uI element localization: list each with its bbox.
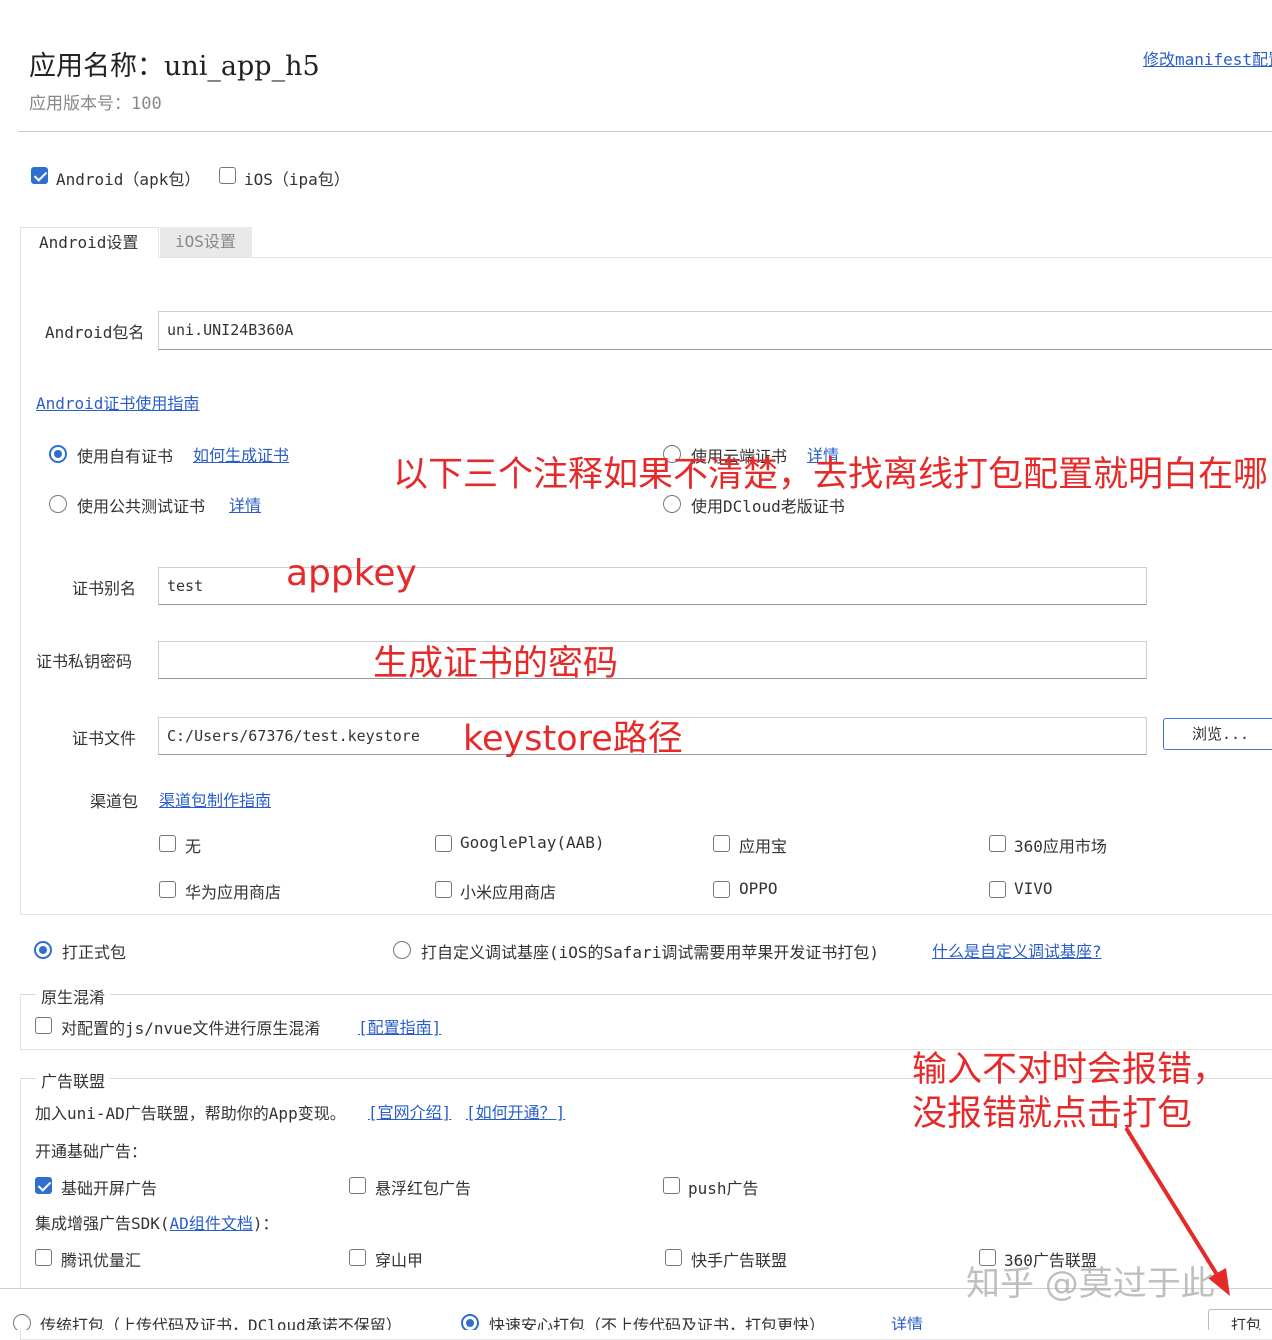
ads-intro-text: 加入uni-AD广告联盟，帮助你的App变现。 [35,1104,346,1123]
obfuscation-checkbox[interactable] [35,1017,52,1034]
pack-traditional-label: 传统打包（上传代码及证书，DCloud承诺不保留） [40,1316,402,1330]
obfuscation-legend: 原生混淆 [36,984,111,1008]
channel-xiaomi-label: 小米应用商店 [460,883,557,902]
channel-360-label: 360应用市场 [1014,837,1107,856]
obfuscation-guide-link[interactable]: [配置指南] [358,1014,441,1038]
ads-basic-label: 开通基础广告： [35,1142,148,1161]
ads-sdk-doc-link[interactable]: AD组件文档 [170,1214,253,1233]
cert-password-label: 证书私钥密码 [36,652,133,671]
browse-button[interactable]: 浏览... [1163,718,1272,750]
header-divider [18,131,1272,132]
channel-oppo-checkbox[interactable] [713,881,730,898]
channel-vivo-label: VIVO [1014,879,1053,898]
channel-guide-link[interactable]: 渠道包制作指南 [159,787,271,811]
ads-sdk-label-pre: 集成增强广告SDK( [35,1214,170,1233]
cert-own-radio[interactable] [49,445,67,463]
channel-label: 渠道包 [90,792,139,811]
app-version: 应用版本号：100 [29,94,162,114]
pack-traditional-radio[interactable] [13,1314,31,1330]
ads-tencent-label: 腾讯优量汇 [61,1251,142,1270]
manifest-link[interactable]: 修改manifest配置 [1143,46,1272,70]
ads-pangle-label: 穿山甲 [375,1251,424,1270]
ads-push-checkbox[interactable] [663,1177,680,1194]
channel-none-checkbox[interactable] [159,835,176,852]
ads-tencent-checkbox[interactable] [35,1249,52,1266]
ads-push-label: push广告 [688,1179,759,1198]
cert-file-label: 证书文件 [72,729,137,748]
ads-kuaishou-checkbox[interactable] [665,1249,682,1266]
annotation-appkey: appkey [286,553,417,594]
channel-xiaomi-checkbox[interactable] [435,881,452,898]
ads-sdk-label: 集成增强广告SDK(AD组件文档)： [35,1210,278,1234]
annotation-note-top: 以下三个注释如果不清楚，去找离线打包配置就明白在哪 [393,455,1269,495]
ads-redpacket-label: 悬浮红包广告 [375,1179,472,1198]
ads-howto-link[interactable]: [如何开通？] [466,1099,565,1123]
pack-fast-radio[interactable] [461,1314,479,1330]
android-platform-label: Android（apk包） [56,170,201,189]
ads-sdk-label-post: )： [252,1214,279,1233]
package-name-input[interactable]: uni.UNI24B360A [158,311,1272,350]
cert-alias-label: 证书别名 [72,579,137,598]
build-formal-label: 打正式包 [62,943,127,962]
ads-redpacket-checkbox[interactable] [349,1177,366,1194]
build-custom-label: 打自定义调试基座(iOS的Safari调试需要用苹果开发证书打包) [421,943,879,962]
ads-pangle-checkbox[interactable] [349,1249,366,1266]
pack-detail-link[interactable]: 详情 [891,1311,923,1330]
cert-public-radio[interactable] [49,495,67,513]
annotation-password: 生成证书的密码 [373,644,619,684]
channel-huawei-label: 华为应用商店 [185,883,282,902]
tab-ios-settings[interactable]: iOS设置 [160,227,252,258]
channel-none-label: 无 [185,837,202,856]
ios-checkbox[interactable] [219,167,236,184]
channel-360-checkbox[interactable] [989,835,1006,852]
ads-kuaishou-label: 快手广告联盟 [691,1251,788,1270]
cert-public-label: 使用公共测试证书 [77,497,206,516]
build-custom-radio[interactable] [393,941,411,959]
channel-googleplay-checkbox[interactable] [435,835,452,852]
channel-googleplay-label: GooglePlay(AAB) [460,833,605,852]
build-formal-radio[interactable] [34,941,52,959]
channel-yingyongbao-checkbox[interactable] [713,835,730,852]
custom-base-help-link[interactable]: 什么是自定义调试基座? [932,938,1102,962]
channel-huawei-checkbox[interactable] [159,881,176,898]
channel-oppo-label: OPPO [739,879,778,898]
cert-own-label: 使用自有证书 [77,447,174,466]
annotation-keystore: keystore路径 [463,719,683,759]
channel-yingyongbao-label: 应用宝 [739,837,788,856]
tab-android-label: Android设置 [39,233,139,252]
obfuscation-label: 对配置的js/nvue文件进行原生混淆 [61,1019,321,1038]
pack-button[interactable]: 打包 [1208,1309,1272,1330]
tab-android-settings[interactable]: Android设置 [20,227,159,258]
tab-ios-label: iOS设置 [175,232,236,251]
package-name-label: Android包名 [45,323,145,342]
channel-vivo-checkbox[interactable] [989,881,1006,898]
cert-guide-link[interactable]: Android证书使用指南 [36,390,199,414]
cert-password-input[interactable] [158,641,1147,679]
app-name: 应用名称：uni_app_h5 [29,51,320,82]
cert-own-howto-link[interactable]: 如何生成证书 [193,442,289,466]
cert-public-detail-link[interactable]: 详情 [229,492,261,516]
ads-official-link[interactable]: [官网介绍] [368,1099,451,1123]
android-checkbox[interactable] [31,167,48,184]
ads-legend: 广告联盟 [36,1068,111,1092]
watermark: 知乎 @莫过于此 [966,1264,1215,1304]
ads-splash-label: 基础开屏广告 [61,1179,158,1198]
ads-splash-checkbox[interactable] [35,1177,52,1194]
ios-platform-label: iOS（ipa包） [244,170,350,189]
pack-fast-label: 快速安心打包（不上传代码及证书，打包更快） [489,1316,826,1330]
